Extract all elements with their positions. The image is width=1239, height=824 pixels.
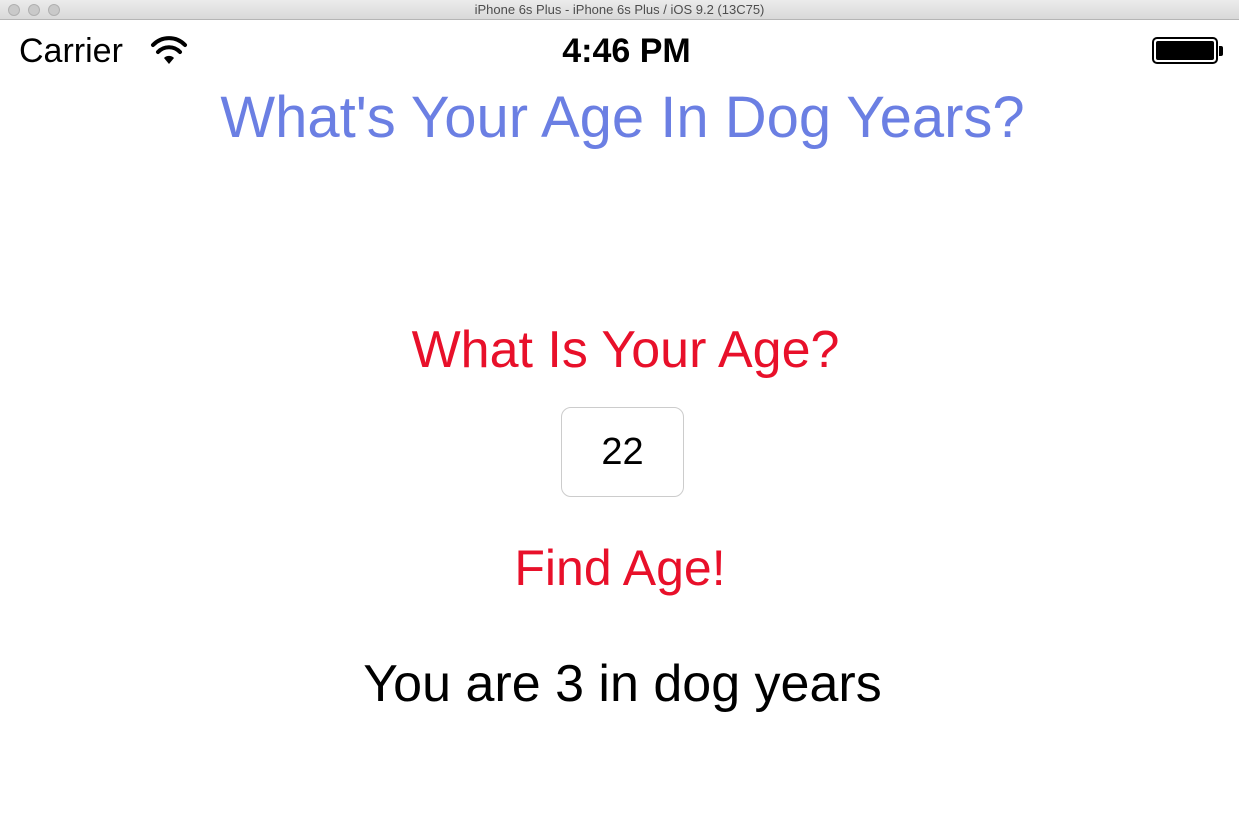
- status-time: 4:46 PM: [562, 32, 691, 70]
- age-prompt-label: What Is Your Age?: [411, 321, 840, 379]
- result-label: You are 3 in dog years: [363, 655, 882, 713]
- battery-tip: [1219, 46, 1223, 56]
- find-age-button[interactable]: Find Age!: [470, 535, 770, 601]
- battery-level-fill: [1156, 41, 1214, 60]
- window-title: iPhone 6s Plus - iPhone 6s Plus / iOS 9.…: [474, 2, 765, 17]
- ios-status-bar: Carrier 4:46 PM: [0, 20, 1239, 84]
- page-title: What's Your Age In Dog Years?: [220, 85, 1025, 150]
- age-input[interactable]: [561, 407, 684, 497]
- simulator-window: iPhone 6s Plus - iPhone 6s Plus / iOS 9.…: [0, 0, 1239, 824]
- battery-icon: [1152, 37, 1218, 64]
- window-titlebar: iPhone 6s Plus - iPhone 6s Plus / iOS 9.…: [0, 0, 1239, 20]
